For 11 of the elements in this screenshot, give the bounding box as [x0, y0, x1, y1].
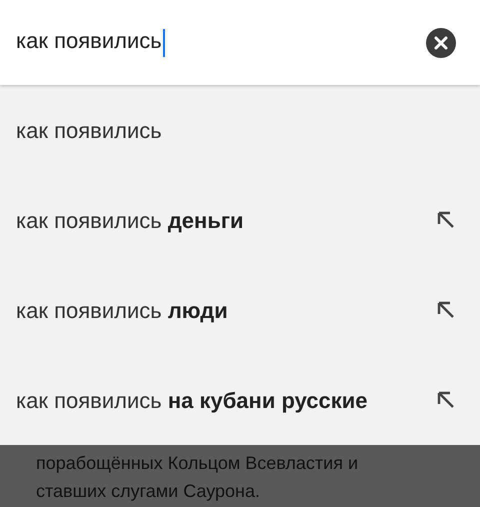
- fill-arrow-icon[interactable]: [436, 300, 456, 320]
- suggestion-item[interactable]: как появились: [16, 114, 162, 146]
- suggestion-item[interactable]: как появились деньги: [16, 204, 244, 236]
- fill-arrow-icon[interactable]: [436, 210, 456, 230]
- clear-icon[interactable]: [426, 28, 456, 58]
- suggestion-item[interactable]: как появились на кубани русские: [16, 384, 368, 416]
- article-text: порабощённых Кольцом Всевластия и ставших слугами Саурона.: [35, 452, 359, 503]
- search-field[interactable]: как появились: [16, 28, 165, 57]
- fill-arrow-icon[interactable]: [436, 390, 456, 410]
- text-cursor: [162, 28, 165, 57]
- suggestion-item[interactable]: как появились люди: [16, 294, 228, 326]
